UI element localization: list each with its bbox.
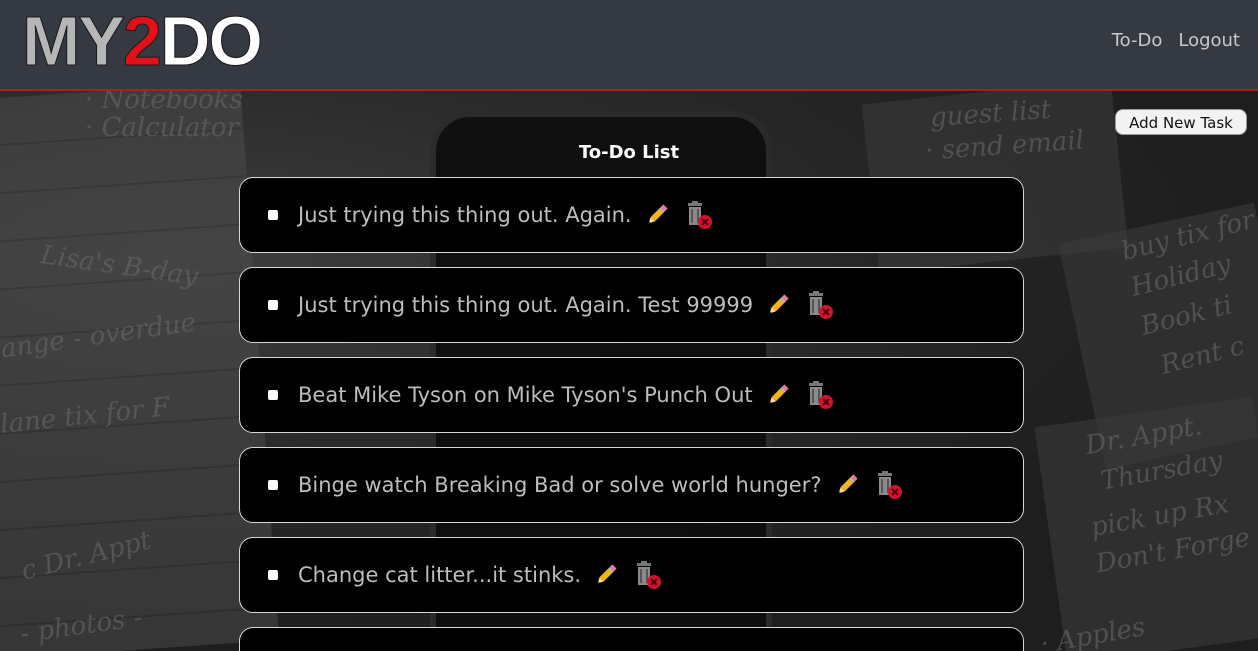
trash-delete-icon[interactable] <box>805 380 835 410</box>
task-text: Just trying this thing out. Again. Test … <box>298 293 754 317</box>
bullet-icon <box>268 570 278 580</box>
task-item: Change cat litter...it stinks. <box>239 537 1024 613</box>
pencil-icon[interactable] <box>593 562 619 588</box>
pencil-icon[interactable] <box>644 202 670 228</box>
logo-text-my: MY <box>22 2 126 80</box>
logo-text-2: 2 <box>123 2 163 80</box>
trash-delete-icon[interactable] <box>874 470 904 500</box>
app-logo[interactable]: MY2DO <box>22 6 264 77</box>
trash-delete-icon[interactable] <box>684 200 714 230</box>
task-text: Beat Mike Tyson on Mike Tyson's Punch Ou… <box>298 383 753 407</box>
background-scribble: · Calculator <box>85 113 239 143</box>
pencil-icon[interactable] <box>765 382 791 408</box>
task-text: Just trying this thing out. Again. <box>298 203 632 227</box>
nav-link-todo[interactable]: To-Do <box>1112 30 1163 51</box>
top-nav: To-Do Logout <box>1112 30 1240 51</box>
bullet-icon <box>268 300 278 310</box>
bullet-icon <box>268 210 278 220</box>
nav-link-logout[interactable]: Logout <box>1178 30 1240 51</box>
pencil-icon[interactable] <box>765 292 791 318</box>
trash-delete-icon[interactable] <box>805 290 835 320</box>
list-title: To-Do List <box>578 142 680 163</box>
logo-text-do: DO <box>159 2 263 80</box>
add-new-task-button[interactable]: Add New Task <box>1115 109 1247 135</box>
bullet-icon <box>268 480 278 490</box>
trash-delete-icon[interactable] <box>633 560 663 590</box>
task-item: Beat Mike Tyson on Mike Tyson's Punch Ou… <box>239 357 1024 433</box>
top-header: MY2DO To-Do Logout <box>0 0 1258 91</box>
task-item: Just trying this thing out. Again. Test … <box>239 267 1024 343</box>
task-item: Just trying this thing out. Again. <box>239 177 1024 253</box>
pencil-icon[interactable] <box>834 472 860 498</box>
task-text: Binge watch Breaking Bad or solve world … <box>298 473 822 497</box>
task-item <box>239 627 1024 651</box>
background-scribble: · Notebooks <box>85 91 243 115</box>
task-item: Binge watch Breaking Bad or solve world … <box>239 447 1024 523</box>
task-text: Change cat litter...it stinks. <box>298 563 582 587</box>
bullet-icon <box>268 390 278 400</box>
